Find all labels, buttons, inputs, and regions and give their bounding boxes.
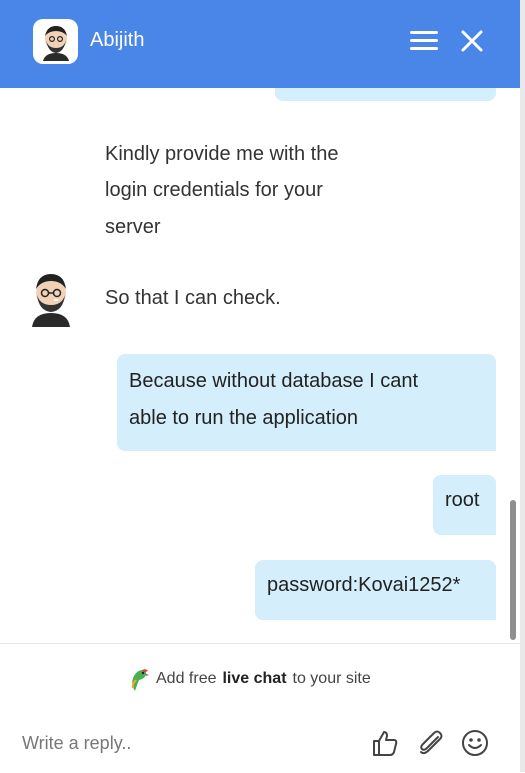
user-message-line: password:Kovai1252*	[267, 574, 461, 596]
user-message-line: Because without database I cant	[129, 370, 419, 392]
thumbs-up-icon[interactable]	[370, 728, 400, 758]
promo-text-prefix: Add free	[156, 670, 217, 687]
reply-input[interactable]	[20, 732, 354, 755]
agent-message-line: Kindly provide me with the	[105, 143, 339, 165]
agent-message-line: So that I can check.	[105, 287, 281, 309]
paperclip-icon[interactable]	[416, 728, 446, 758]
agent-avatar-header	[33, 19, 78, 64]
user-message-bubble-partial	[275, 88, 496, 101]
chat-header: Abijith	[0, 0, 520, 88]
window-edge	[520, 0, 525, 772]
user-message-bubble: Because without database I cant able to …	[117, 354, 496, 451]
smiley-icon[interactable]	[460, 728, 490, 758]
user-message-bubble: password:Kovai1252*	[255, 560, 496, 620]
hamburger-menu-icon[interactable]	[410, 31, 438, 51]
agent-name: Abijith	[90, 29, 145, 51]
user-message-line: able to run the application	[129, 407, 359, 429]
promo-text-suffix: to your site	[292, 670, 371, 687]
live-chat-promo-link[interactable]: Add free live chat to your site	[126, 666, 371, 692]
avatar-icon	[42, 25, 69, 61]
close-icon[interactable]	[458, 27, 486, 55]
chat-footer: Add free live chat to your site	[0, 643, 520, 773]
agent-message-line: login credentials for your	[105, 179, 323, 201]
scrollbar-thumb[interactable]	[510, 500, 516, 640]
user-message-bubble: root	[433, 475, 496, 535]
user-message-line: root	[445, 489, 480, 511]
parrot-logo-icon	[131, 669, 149, 691]
promo-text-bold: live chat	[222, 670, 287, 687]
agent-avatar	[28, 271, 74, 327]
conversation-area[interactable]: Kindly provide me with the login credent…	[0, 88, 520, 643]
agent-message-line: server	[105, 216, 161, 238]
